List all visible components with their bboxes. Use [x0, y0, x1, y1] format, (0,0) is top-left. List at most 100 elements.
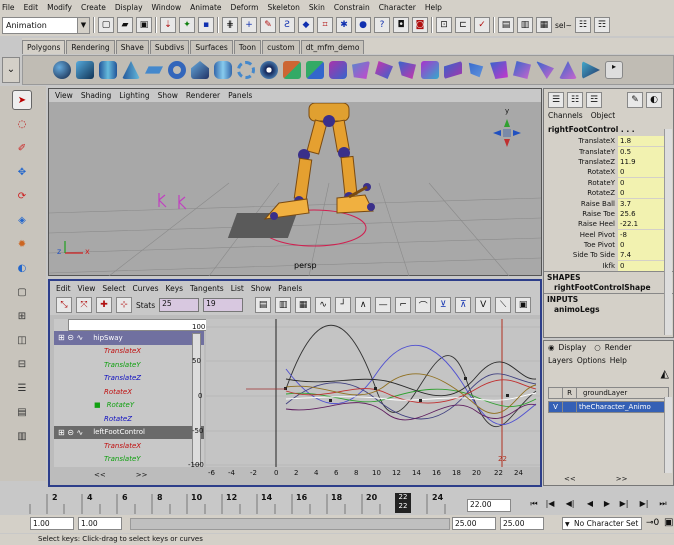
- attr-row[interactable]: Ikfk 0: [544, 260, 673, 271]
- attr-value[interactable]: 7.4: [618, 250, 666, 261]
- preferences-icon[interactable]: ▣: [664, 517, 673, 528]
- vp-menu-renderer[interactable]: Renderer: [186, 91, 220, 100]
- attr-row[interactable]: RotateY 0: [544, 177, 673, 188]
- expand-icon[interactable]: ⊞ ⊝ ∿: [58, 333, 83, 342]
- new-layer-button[interactable]: ◭: [544, 367, 673, 385]
- display-radio-icon[interactable]: ◉: [548, 343, 555, 352]
- menu-edit[interactable]: Edit: [24, 3, 39, 12]
- lattice-deform-icon[interactable]: ⊹: [116, 297, 132, 313]
- outliner-channel[interactable]: TranslateY: [54, 453, 204, 467]
- outliner-channel[interactable]: ■ RotateY: [54, 399, 204, 413]
- plateau-tangent-icon[interactable]: ⌒: [415, 297, 432, 313]
- step-back-key-icon[interactable]: |◀: [543, 499, 557, 511]
- attr-row[interactable]: Raise Heel -22.1: [544, 219, 673, 230]
- ge-menu-list[interactable]: List: [231, 284, 244, 293]
- scroll-left-icon[interactable]: <<: [564, 475, 576, 483]
- step-back-frame-icon[interactable]: ◀|: [563, 499, 577, 511]
- poly-cylinder-icon[interactable]: [99, 61, 117, 79]
- layout-two-icon[interactable]: ◫: [12, 330, 32, 350]
- layer-render-toggle[interactable]: [563, 402, 577, 412]
- step-forward-frame-icon[interactable]: ▶|: [617, 499, 631, 511]
- layout-single-icon[interactable]: ▢: [12, 282, 32, 302]
- select-component-icon[interactable]: ▪: [198, 17, 214, 33]
- layer-scroll-arrows[interactable]: << >>: [554, 475, 664, 483]
- move-key-icon[interactable]: ⤡: [56, 297, 72, 313]
- frame-all-icon[interactable]: ▤: [255, 297, 272, 313]
- save-scene-icon[interactable]: ▣: [136, 17, 152, 33]
- clamped-tangent-icon[interactable]: ┘: [335, 297, 352, 313]
- input-line-icon[interactable]: ⊡: [436, 17, 452, 33]
- insert-key-icon[interactable]: ⤧: [76, 297, 92, 313]
- attr-value[interactable]: 0: [618, 188, 666, 199]
- paint-icon[interactable]: ✎: [627, 92, 643, 108]
- vp-menu-lighting[interactable]: Lighting: [119, 91, 149, 100]
- range-end-field[interactable]: 25.00: [452, 517, 496, 530]
- vp-menu-show[interactable]: Show: [158, 91, 178, 100]
- poly-cone-icon[interactable]: [122, 61, 140, 79]
- menu-skeleton[interactable]: Skeleton: [267, 3, 299, 12]
- outliner-node-hipsway[interactable]: ⊞ ⊝ ∿ hipSway: [54, 331, 204, 345]
- time-slider[interactable]: 2 4 6 8 10 12 14 16 18 20 22 22 24 22.00…: [0, 490, 674, 514]
- layer-menu-layers[interactable]: Layers: [548, 356, 573, 365]
- snap-point-icon[interactable]: ✎: [260, 17, 276, 33]
- bevel-icon[interactable]: [421, 61, 439, 79]
- extrude-edge-icon[interactable]: [398, 61, 416, 79]
- expand-icon[interactable]: ⊞ ⊝ ∿: [58, 428, 83, 437]
- range-start-field[interactable]: 1.00: [78, 517, 122, 530]
- attr-value[interactable]: 1.8: [618, 136, 666, 147]
- shelf-tab-polygons[interactable]: Polygons: [22, 40, 66, 54]
- shelf-tab-subdivs[interactable]: Subdivs: [149, 40, 190, 54]
- render-globe-icon[interactable]: ●: [355, 17, 371, 33]
- layer-scrollbar[interactable]: [664, 397, 672, 473]
- shelf-tab-shave[interactable]: Shave: [115, 40, 149, 54]
- shelf-collapse-button[interactable]: ⌄: [2, 57, 20, 83]
- scroll-right-icon[interactable]: >>: [616, 475, 628, 483]
- history-icon[interactable]: ⌗: [317, 17, 333, 33]
- magnet-icon[interactable]: ✱: [336, 17, 352, 33]
- linear-tangent-icon[interactable]: ∧: [355, 297, 372, 313]
- layer-render-toggle[interactable]: R: [563, 388, 577, 398]
- ge-menu-show[interactable]: Show: [251, 284, 271, 293]
- poly-helix-icon[interactable]: [237, 61, 255, 79]
- poly-pipe-icon[interactable]: [214, 61, 232, 79]
- frame-selection-icon[interactable]: ▥: [275, 297, 292, 313]
- open-scene-icon[interactable]: ▰: [117, 17, 133, 33]
- stats-frame-field[interactable]: 25: [159, 298, 200, 312]
- shelf-tab-dt-mfm-demo[interactable]: dt_mfm_demo: [300, 40, 365, 54]
- current-frame-marker[interactable]: 22 22: [395, 493, 411, 513]
- attr-row[interactable]: RotateX 0: [544, 167, 673, 178]
- anim-end-field[interactable]: 25.00: [500, 517, 544, 530]
- layer-visibility-toggle[interactable]: V: [549, 402, 563, 412]
- poke-icon[interactable]: [559, 61, 577, 79]
- channel-box-scrollbar[interactable]: [664, 129, 672, 335]
- outliner-channel[interactable]: TranslateX: [54, 439, 204, 453]
- layer-menu-help[interactable]: Help: [610, 356, 627, 365]
- rename-icon[interactable]: ⊏: [455, 17, 471, 33]
- snap-grid-icon[interactable]: ⋕: [222, 17, 238, 33]
- wedge-icon[interactable]: [536, 61, 554, 79]
- attr-row[interactable]: Raise Toe 25.6: [544, 208, 673, 219]
- attr-row[interactable]: TranslateY 0.5: [544, 146, 673, 157]
- attr-value[interactable]: 0: [618, 167, 666, 178]
- channel-box-toggle-icon[interactable]: ▤: [498, 17, 514, 33]
- snap-curve-icon[interactable]: +: [241, 17, 257, 33]
- attr-row[interactable]: TranslateX 1.8: [544, 136, 673, 147]
- attr-row[interactable]: TranslateZ 11.9: [544, 156, 673, 167]
- snap-surface-icon[interactable]: Ƨ: [279, 17, 295, 33]
- manipulator-icon[interactable]: ✹: [12, 234, 32, 254]
- bridge-icon[interactable]: [444, 61, 462, 79]
- menu-help[interactable]: Help: [425, 3, 442, 12]
- ge-menu-panels[interactable]: Panels: [278, 284, 302, 293]
- poly-sphere-icon[interactable]: [53, 61, 71, 79]
- new-scene-icon[interactable]: ▢: [98, 17, 114, 33]
- scroll-left-icon[interactable]: <<: [94, 471, 106, 482]
- outliner-channel[interactable]: TranslateZ: [54, 372, 204, 386]
- scale-tool-icon[interactable]: ◈: [12, 210, 32, 230]
- auto-key-icon[interactable]: ⊸0: [646, 518, 659, 528]
- poly-torus-icon[interactable]: [168, 61, 186, 79]
- layer-menu-options[interactable]: Options: [577, 356, 606, 365]
- shelf-tab-toon[interactable]: Toon: [233, 40, 262, 54]
- lasso-tool-icon[interactable]: ◌: [12, 114, 32, 134]
- flat-tangent-icon[interactable]: —: [375, 297, 392, 313]
- attr-value[interactable]: 0: [618, 240, 666, 251]
